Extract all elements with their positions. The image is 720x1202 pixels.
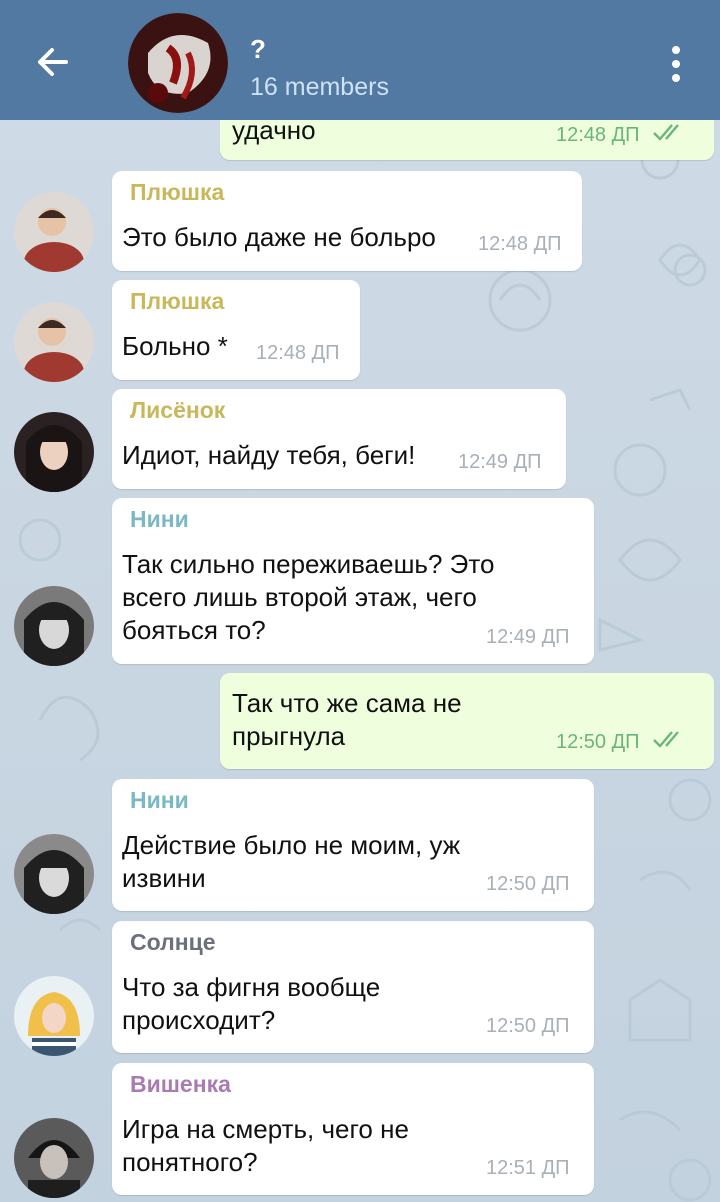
double-check-icon: [653, 731, 679, 748]
message-bubble: Так что же сама не прыгнула 12:50 ДП: [220, 673, 714, 769]
message-time: 12:50 ДП: [486, 873, 570, 895]
message-text: Идиот, найду тебя, беги!: [122, 440, 416, 470]
message-text: Действие было не моим, уж извини: [122, 830, 461, 893]
back-button[interactable]: [30, 40, 80, 84]
message-time: 12:50 ДП: [486, 1015, 570, 1037]
group-avatar[interactable]: [128, 13, 228, 113]
dot-icon: [672, 74, 680, 82]
message-bubble: Плюшка Это было даже не больро 12:48 ДП: [112, 171, 582, 271]
message-time: 12:48 ДП: [478, 233, 562, 255]
message-text: Так сильно переживаешь? Это всего лишь в…: [122, 549, 495, 645]
message-text: Это было даже не больро: [122, 222, 436, 252]
avatar[interactable]: [14, 302, 94, 382]
sender-name[interactable]: Плюшка: [130, 179, 224, 206]
message-time: 12:49 ДП: [486, 626, 570, 648]
sender-name[interactable]: Плюшка: [130, 288, 224, 315]
sender-name[interactable]: Нини: [130, 787, 189, 814]
message-text: Игра на смерть, чего не понятного?: [122, 1114, 409, 1177]
chat-header: ? 16 members: [0, 0, 720, 120]
double-check-icon: [653, 124, 679, 141]
more-menu-button[interactable]: [662, 40, 690, 84]
avatar[interactable]: [14, 586, 94, 666]
message-time: 12:49 ДП: [458, 451, 542, 473]
arrow-left-icon: [38, 48, 68, 76]
message-bubble: Нини Так сильно переживаешь? Это всего л…: [112, 498, 594, 664]
avatar[interactable]: [14, 412, 94, 492]
message-bubble: Плюшка Больно * 12:48 ДП: [112, 280, 360, 380]
group-title[interactable]: ?: [250, 34, 266, 65]
message-bubble: Нини Действие было не моим, уж извини 12…: [112, 779, 594, 911]
message-bubble: Лисёнок Идиот, найду тебя, беги! 12:49 Д…: [112, 389, 566, 489]
message-text: Так что же сама не прыгнула: [232, 688, 462, 751]
message-bubble: Солнце Что за фигня вообще происходит? 1…: [112, 921, 594, 1053]
sender-name[interactable]: Лисёнок: [130, 397, 225, 424]
sender-name[interactable]: Солнце: [130, 929, 216, 956]
dot-icon: [672, 46, 680, 54]
message-text: Что за фигня вообще происходит?: [122, 972, 381, 1035]
sender-name[interactable]: Вишенка: [130, 1071, 231, 1098]
message-time: 12:50 ДП: [556, 731, 640, 753]
message-time: 12:48 ДП: [256, 342, 340, 364]
message-time: 12:51 ДП: [486, 1157, 570, 1179]
member-count: 16 members: [250, 73, 389, 101]
message-time: 12:48 ДП: [556, 124, 640, 146]
avatar[interactable]: [14, 1118, 94, 1198]
avatar[interactable]: [14, 192, 94, 272]
dot-icon: [672, 60, 680, 68]
avatar[interactable]: [14, 834, 94, 914]
sender-name[interactable]: Нини: [130, 506, 189, 533]
message-bubble: Вишенка Игра на смерть, чего не понятног…: [112, 1063, 594, 1195]
message-text: Больно *: [122, 331, 228, 361]
avatar[interactable]: [14, 976, 94, 1056]
